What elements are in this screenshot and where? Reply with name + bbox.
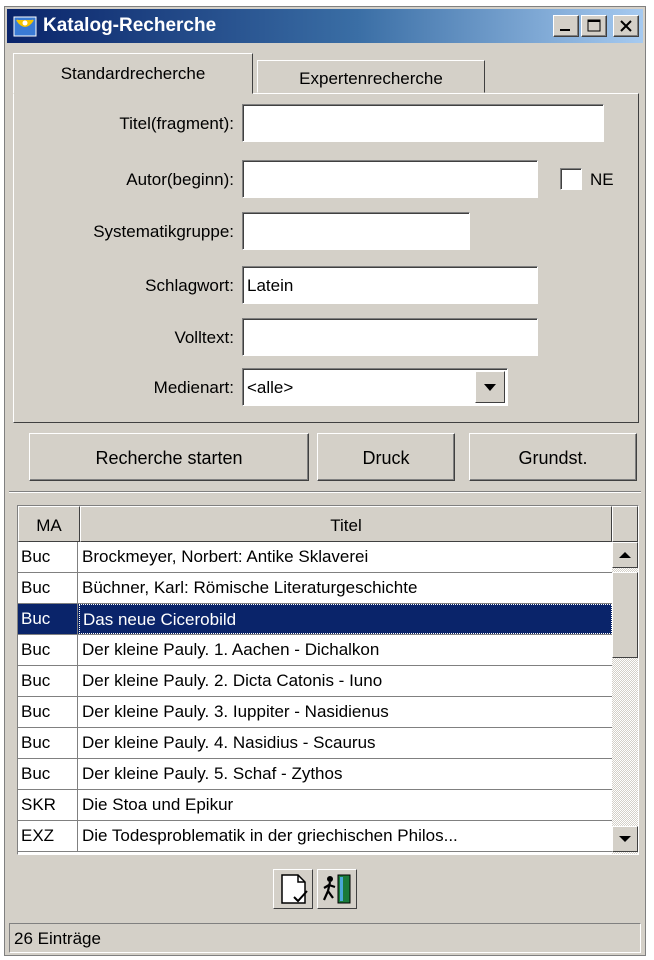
cell-ma: Buc (18, 759, 78, 789)
table-row[interactable]: Buc Büchner, Karl: Römische Literaturgesc… (18, 573, 612, 604)
arrow-up-icon (613, 552, 637, 571)
close-button[interactable] (613, 15, 639, 37)
katalog-recherche-window: Katalog-Recherche Standardrecherche Expe… (4, 6, 646, 956)
volltext-input[interactable] (242, 318, 538, 356)
table-row[interactable]: Buc Der kleine Pauly. 5. Schaf - Zythos (18, 759, 612, 790)
cell-titel: Der kleine Pauly. 2. Dicta Catonis - Iun… (82, 671, 383, 690)
tab-expertenrecherche[interactable]: Expertenrecherche (257, 60, 485, 93)
minimize-button[interactable] (553, 15, 579, 37)
column-header-titel[interactable]: Titel (80, 506, 612, 542)
ne-checkbox[interactable] (560, 168, 582, 190)
table-row[interactable]: Buc Brockmeyer, Norbert: Antike Sklaverei (18, 542, 612, 573)
systematik-label: Systematikgruppe: (93, 222, 234, 241)
recherche-starten-button[interactable]: Recherche starten (29, 433, 309, 481)
druck-button[interactable]: Druck (317, 433, 455, 481)
cell-titel: Der kleine Pauly. 4. Nasidius - Scaurus (82, 733, 376, 752)
medienart-value: <alle> (247, 378, 294, 397)
results-table[interactable]: MA Titel Buc Brockmeyer, Norbert: Antike … (17, 505, 639, 855)
catalog-app-icon (13, 14, 37, 38)
schlagwort-label: Schlagwort: (145, 276, 234, 295)
schlagwort-input[interactable]: Latein (242, 266, 538, 304)
cell-ma: Buc (18, 573, 78, 603)
cell-ma: Buc (18, 666, 78, 696)
status-bar: 26 Einträge (9, 923, 641, 953)
cell-titel: Büchner, Karl: Römische Literaturgeschic… (82, 578, 418, 597)
volltext-label: Volltext: (174, 328, 234, 347)
arrow-down-icon (613, 836, 637, 854)
tab-label: Expertenrecherche (299, 69, 443, 88)
systematik-input[interactable] (242, 212, 470, 250)
table-row[interactable]: Buc Der kleine Pauly. 3. Iuppiter - Nasid… (18, 697, 612, 728)
cell-titel: Die Stoa und Epikur (82, 795, 234, 814)
maximize-button[interactable] (581, 15, 607, 37)
cell-ma: Buc (18, 728, 78, 758)
cell-titel: Der kleine Pauly. 3. Iuppiter - Nasidien… (82, 702, 389, 721)
document-check-icon (274, 874, 312, 912)
search-form-panel: Titel(fragment): Autor(beginn): NE Syste… (13, 93, 639, 423)
autor-label: Autor(beginn): (126, 170, 234, 189)
table-row-selected[interactable]: Buc Das neue Cicerobild (18, 604, 612, 635)
chevron-down-icon (476, 384, 504, 406)
cell-ma: Buc (18, 635, 78, 665)
dropdown-button[interactable] (475, 371, 505, 403)
divider (9, 491, 641, 493)
cell-titel: Das neue Cicerobild (79, 604, 612, 634)
titel-label: Titel(fragment): (119, 114, 234, 133)
exit-button[interactable] (317, 869, 357, 909)
cell-titel: Die Todesproblematik in der griechischen… (82, 826, 458, 845)
scroll-down-button[interactable] (612, 826, 638, 852)
table-row[interactable]: Buc Der kleine Pauly. 1. Aachen - Dichalk… (18, 635, 612, 666)
vertical-scrollbar[interactable] (612, 542, 638, 854)
open-document-button[interactable] (273, 869, 313, 909)
cell-ma: Buc (18, 542, 78, 572)
scroll-up-button[interactable] (612, 542, 638, 568)
cell-ma: EXZ (18, 821, 78, 851)
autor-input[interactable] (242, 160, 538, 198)
tab-label: Standardrecherche (60, 64, 206, 83)
title-bar[interactable]: Katalog-Recherche (7, 9, 643, 43)
ne-label: NE (590, 170, 614, 189)
exit-door-icon (318, 874, 356, 912)
cell-ma: Buc (18, 697, 78, 727)
table-row[interactable]: SKR Die Stoa und Epikur (18, 790, 612, 821)
tab-standardrecherche[interactable]: Standardrecherche (13, 53, 253, 94)
cell-ma: SKR (18, 790, 78, 820)
medienart-select[interactable]: <alle> (242, 368, 508, 406)
header-corner (612, 506, 638, 542)
window-title: Katalog-Recherche (43, 15, 217, 36)
medienart-label: Medienart: (153, 378, 234, 397)
cell-ma: Buc (18, 604, 78, 634)
scroll-thumb[interactable] (612, 572, 638, 658)
cell-titel: Der kleine Pauly. 1. Aachen - Dichalkon (82, 640, 380, 659)
titel-input[interactable] (242, 104, 604, 142)
column-header-ma[interactable]: MA (18, 506, 80, 542)
cell-titel: Der kleine Pauly. 5. Schaf - Zythos (82, 764, 343, 783)
grundst-button[interactable]: Grundst. (469, 433, 637, 481)
table-row[interactable]: Buc Der kleine Pauly. 4. Nasidius - Scaur… (18, 728, 612, 759)
table-row[interactable]: Buc Der kleine Pauly. 2. Dicta Catonis - … (18, 666, 612, 697)
cell-titel: Brockmeyer, Norbert: Antike Sklaverei (82, 547, 369, 566)
table-row[interactable]: EXZ Die Todesproblematik in der griechisc… (18, 821, 612, 852)
